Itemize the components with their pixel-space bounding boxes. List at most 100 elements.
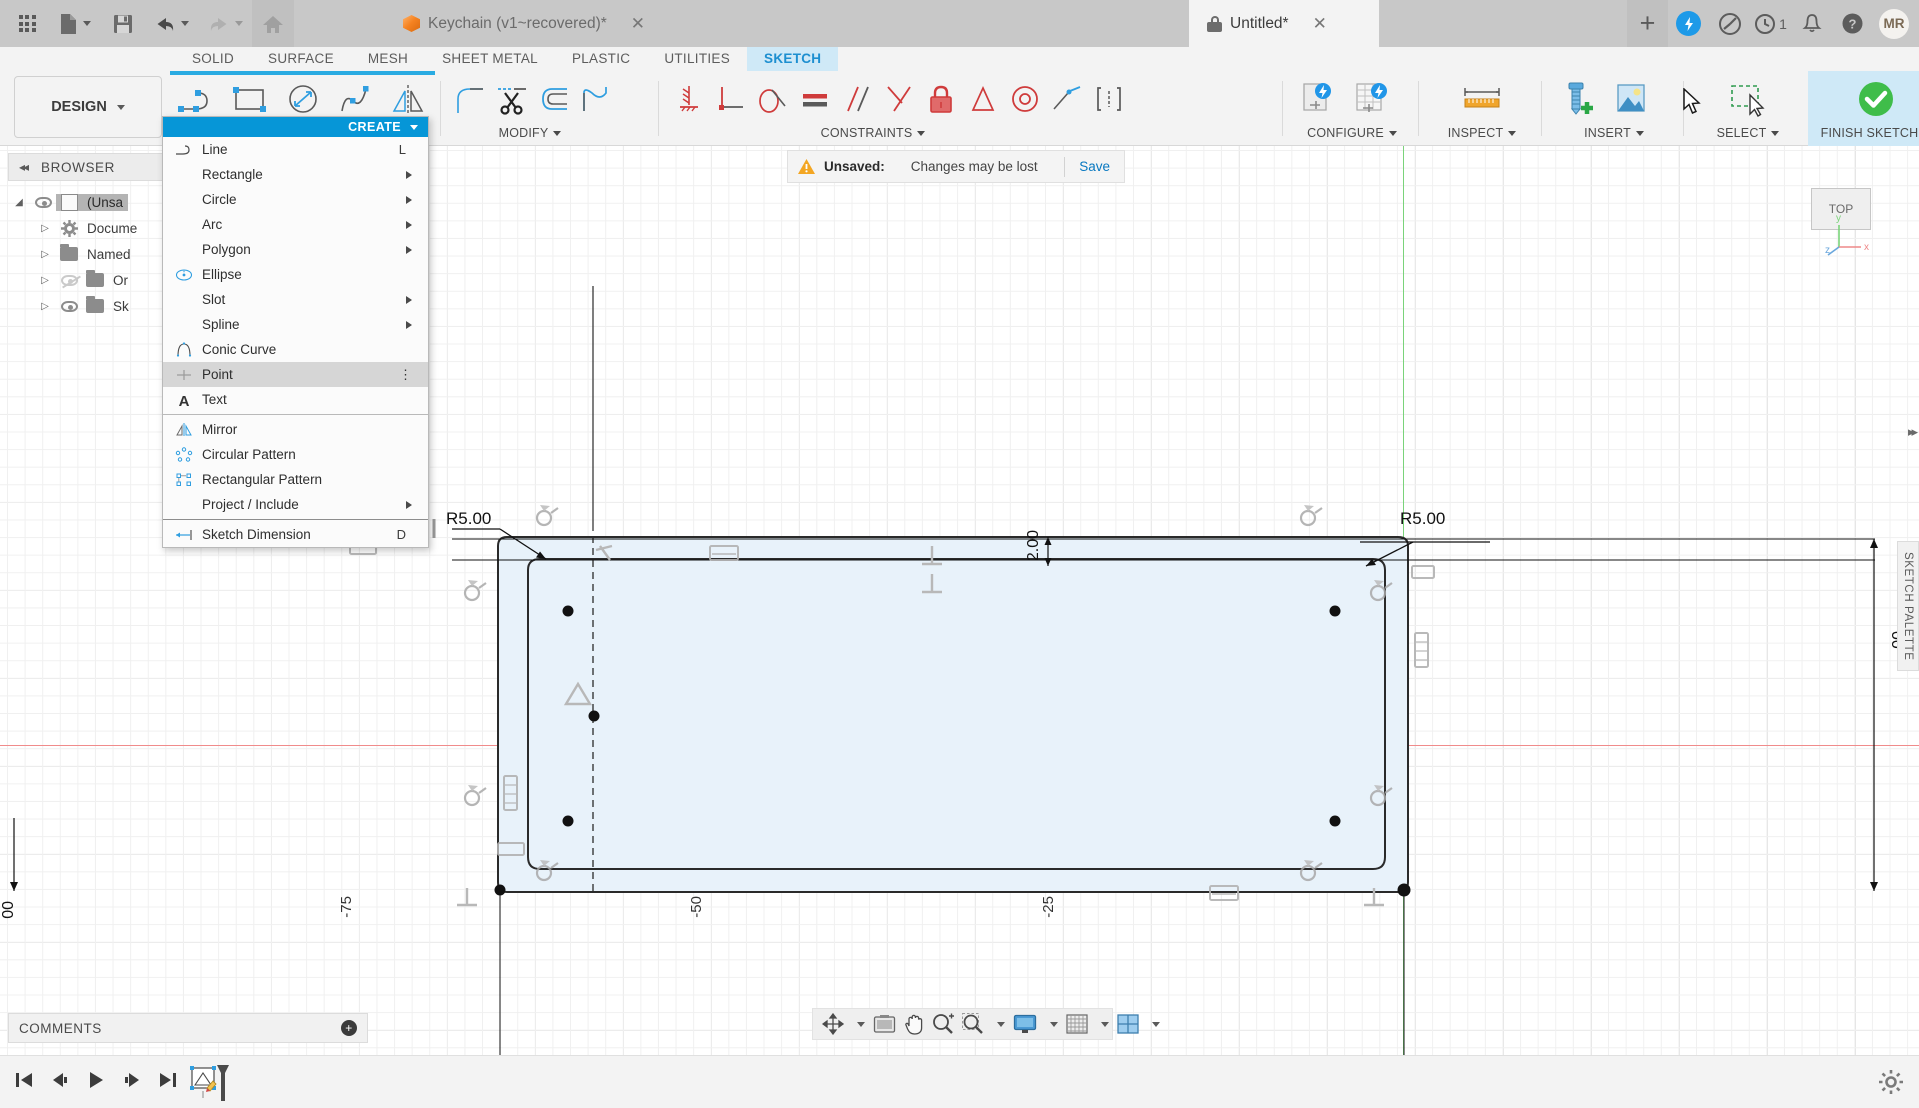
menu-item-conic-curve[interactable]: Conic Curve: [163, 337, 428, 362]
close-icon[interactable]: ✕: [631, 15, 645, 32]
zoom-window-button[interactable]: [959, 1009, 987, 1039]
tool-select-window[interactable]: [1722, 75, 1775, 123]
tab-sheet-metal[interactable]: SHEET METAL: [425, 47, 555, 71]
sketch-feature-marker[interactable]: [190, 1064, 236, 1108]
expander-icon[interactable]: ◢: [8, 197, 30, 208]
add-tab-button[interactable]: +: [1627, 0, 1668, 47]
new-document-icon[interactable]: [48, 0, 102, 47]
display-settings-button[interactable]: [1010, 1009, 1040, 1039]
create-menu-header[interactable]: CREATE: [163, 117, 428, 137]
menu-item-rectangular-pattern[interactable]: Rectangular Pattern: [163, 467, 428, 492]
orbit-tool-button[interactable]: [819, 1009, 847, 1039]
constraint-parallel[interactable]: [836, 75, 878, 123]
constraint-fix-lock[interactable]: [920, 75, 962, 123]
visibility-eye-icon[interactable]: [30, 196, 56, 208]
constraint-fix[interactable]: [668, 75, 710, 123]
tab-sketch[interactable]: SKETCH: [747, 47, 839, 71]
add-comment-icon[interactable]: +: [341, 1020, 357, 1036]
menu-item-text[interactable]: A Text: [163, 387, 428, 412]
constraint-perpendicular[interactable]: [710, 75, 752, 123]
avatar[interactable]: MR: [1879, 8, 1909, 39]
tab-surface[interactable]: SURFACE: [251, 47, 351, 71]
menu-item-circle[interactable]: Circle: [163, 187, 428, 212]
dimension-radius-left[interactable]: R5.00: [446, 509, 491, 529]
zoom-tool-button[interactable]: [929, 1009, 957, 1039]
workspace-switcher-button[interactable]: DESIGN: [14, 76, 162, 138]
extension-bolt-icon[interactable]: [1668, 0, 1709, 47]
panel-configure-label[interactable]: CONFIGURE: [1292, 123, 1412, 143]
collapse-browser-icon[interactable]: ◂◂: [19, 160, 29, 174]
viewports-button[interactable]: [1114, 1009, 1142, 1039]
menu-item-rectangle[interactable]: Rectangle: [163, 162, 428, 187]
tab-solid[interactable]: SOLID: [175, 47, 251, 71]
timeline-step-back[interactable]: [50, 1071, 70, 1094]
tool-trim[interactable]: [492, 75, 534, 123]
menu-item-circular-pattern[interactable]: Circular Pattern: [163, 442, 428, 467]
tab-mesh[interactable]: MESH: [351, 47, 425, 71]
menu-item-project-include[interactable]: Project / Include: [163, 492, 428, 517]
menu-item-slot[interactable]: Slot: [163, 287, 428, 312]
home-icon[interactable]: [252, 0, 294, 47]
constraint-symmetry[interactable]: [962, 75, 1004, 123]
grid-snaps-caret[interactable]: [1093, 1009, 1112, 1039]
app-grid-icon[interactable]: [6, 0, 48, 47]
comments-bar[interactable]: COMMENTS +: [8, 1013, 368, 1043]
overflow-menu-icon[interactable]: ⋮: [399, 368, 412, 381]
dimension-radius-right[interactable]: R5.00: [1400, 509, 1445, 529]
document-tab-keychain[interactable]: Keychain (v1~recovered)* ✕: [385, 0, 668, 47]
panel-insert-label[interactable]: INSERT: [1551, 123, 1677, 143]
timeline-go-to-end[interactable]: [158, 1071, 178, 1094]
constraint-midpoint[interactable]: [878, 75, 920, 123]
tool-offset[interactable]: [534, 75, 576, 123]
panel-select-label[interactable]: SELECT: [1693, 123, 1803, 143]
pan-tool-button[interactable]: [901, 1009, 927, 1039]
constraint-collinear[interactable]: [1046, 75, 1088, 123]
constraint-concentric[interactable]: [1004, 75, 1046, 123]
expander-icon[interactable]: ▷: [34, 275, 56, 286]
notifications-bell-icon[interactable]: [1791, 0, 1832, 47]
menu-item-sketch-dimension[interactable]: Sketch Dimension D: [163, 522, 428, 547]
tool-fillet[interactable]: [450, 75, 492, 123]
timeline-settings-gear-icon[interactable]: [1879, 1070, 1903, 1099]
tool-curvature[interactable]: [576, 75, 618, 123]
viewports-caret[interactable]: [1144, 1009, 1163, 1039]
menu-item-line[interactable]: Line L: [163, 137, 428, 162]
document-tab-untitled[interactable]: Untitled* ✕: [1189, 0, 1379, 47]
timeline-step-forward[interactable]: [122, 1071, 142, 1094]
dimension-height-left[interactable]: 00: [0, 901, 18, 919]
zoom-window-caret[interactable]: [989, 1009, 1008, 1039]
panel-finish-sketch-label[interactable]: FINISH SKETCH: [1808, 123, 1919, 143]
menu-item-ellipse[interactable]: Ellipse: [163, 262, 428, 287]
tool-measure[interactable]: [1456, 75, 1509, 123]
tab-utilities[interactable]: UTILITIES: [647, 47, 747, 71]
menu-item-arc[interactable]: Arc: [163, 212, 428, 237]
grid-snaps-button[interactable]: [1063, 1009, 1091, 1039]
tool-insert-canvas[interactable]: [1604, 75, 1657, 123]
dimension-thickness[interactable]: 2.00: [1025, 530, 1043, 561]
close-icon[interactable]: ✕: [1313, 15, 1327, 32]
job-status-icon[interactable]: 1: [1750, 0, 1791, 47]
timeline-play[interactable]: [86, 1071, 106, 1094]
panel-inspect-label[interactable]: INSPECT: [1428, 123, 1536, 143]
tool-configure-part[interactable]: [1292, 75, 1345, 123]
menu-item-point[interactable]: Point ⋮: [163, 362, 428, 387]
help-icon[interactable]: ?: [1832, 0, 1873, 47]
view-tool-button[interactable]: [870, 1009, 899, 1039]
constraint-curvature[interactable]: [1088, 75, 1130, 123]
visibility-eye-icon[interactable]: [56, 300, 82, 312]
tool-configure-table[interactable]: [1345, 75, 1398, 123]
view-cube[interactable]: TOP y x z: [1787, 166, 1895, 274]
visibility-eye-icon[interactable]: [56, 274, 82, 286]
menu-item-mirror[interactable]: Mirror: [163, 417, 428, 442]
expander-icon[interactable]: ▷: [34, 301, 56, 312]
constraint-equal[interactable]: [794, 75, 836, 123]
menu-item-spline[interactable]: Spline: [163, 312, 428, 337]
expander-icon[interactable]: ▷: [34, 223, 56, 234]
expander-icon[interactable]: ▷: [34, 249, 56, 260]
display-settings-caret[interactable]: [1042, 1009, 1061, 1039]
sketch-palette-tab[interactable]: SKETCH PALETTE: [1897, 541, 1919, 671]
orbit-caret[interactable]: [849, 1009, 868, 1039]
redo-icon[interactable]: [198, 0, 252, 47]
expand-palette-icon[interactable]: ▸▸: [1908, 424, 1918, 440]
tab-plastic[interactable]: PLASTIC: [555, 47, 647, 71]
